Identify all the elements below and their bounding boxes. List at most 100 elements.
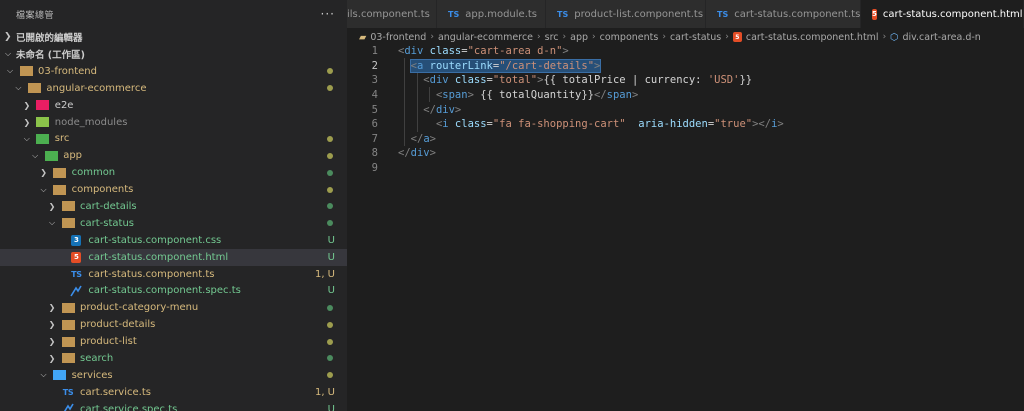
tree-item-label: services: [71, 369, 113, 381]
git-status-dot: [327, 186, 333, 193]
tab-app-module[interactable]: TS app.module.ts: [437, 0, 546, 28]
tree-folder-item[interactable]: ❯ search: [0, 350, 347, 367]
tab-label: product-list.component.ts: [574, 8, 704, 20]
tree-folder-item[interactable]: ❯ product-details: [0, 316, 347, 333]
spec-file-icon: [61, 403, 75, 411]
tree-folder-item[interactable]: ⌵ cart-status: [0, 215, 347, 232]
open-editors-section[interactable]: ❯ 已開啟的編輯器: [0, 28, 347, 45]
tree-folder-item[interactable]: ❯ node_modules: [0, 114, 347, 131]
tree-folder-item[interactable]: ❯ cart-details: [0, 198, 347, 215]
git-status-dot: [327, 304, 333, 311]
tab-details-component[interactable]: ils.component.ts: [347, 0, 437, 28]
line-number: 9: [371, 162, 378, 175]
tree-folder-item[interactable]: ⌵ app: [0, 147, 347, 164]
tree-item-label: cart-status.component.spec.ts: [88, 285, 241, 297]
text-selection: <a routerLink="/cart-details">: [409, 58, 602, 73]
tree-item-label: 03-frontend: [38, 65, 97, 77]
ts-file-icon: TS: [448, 9, 460, 19]
tree-file-item[interactable]: cart-status.component.spec.ts U: [0, 282, 347, 299]
open-editors-label: 已開啟的編輯器: [16, 32, 83, 44]
code-editor[interactable]: 1 <div class="cart-area d-n"> 2 <a route…: [347, 44, 1024, 411]
chevron-down-icon: ⌵: [40, 184, 47, 194]
tree-item-label: common: [71, 167, 116, 179]
breadcrumb-item[interactable]: div.cart-area.d-n: [902, 32, 980, 43]
git-status-dot: [327, 220, 333, 227]
tree-file-item[interactable]: TS cart-status.component.ts 1, U: [0, 266, 347, 283]
tab-cart-status-component-ts[interactable]: TS cart-status.component.ts: [706, 0, 861, 28]
css-file-icon: 3: [69, 234, 83, 246]
explorer-title: 檔案總管: [16, 10, 55, 21]
tree-folder-item[interactable]: ⌵ 03-frontend: [0, 63, 347, 80]
code-text: <span> {{ totalQuantity}}</span>: [435, 89, 639, 102]
line-number: 3: [371, 74, 378, 87]
chevron-right-icon: ❯: [40, 168, 47, 178]
code-line: 6 <i class="fa fa-shopping-cart" aria-hi…: [347, 117, 1024, 132]
chevron-down-icon: ⌵: [48, 218, 56, 228]
git-status-dot: [327, 85, 333, 92]
chevron-right-icon: ❯: [23, 100, 31, 110]
tree-folder-item[interactable]: ❯ product-category-menu: [0, 299, 347, 316]
git-status-badge: U: [327, 403, 335, 411]
tree-folder-item[interactable]: ❯ common: [0, 164, 347, 181]
code-text: </div>: [398, 147, 436, 160]
editor-tabs: ils.component.ts TS app.module.ts TS pro…: [347, 0, 1024, 28]
more-actions-icon[interactable]: ···: [321, 7, 335, 21]
tree-item-label: product-list: [80, 336, 137, 348]
workspace-root[interactable]: ⌵ 未命名 (工作區): [0, 46, 347, 63]
file-tree: ⌵ 未命名 (工作區) ⌵ 03-frontend ⌵ angular-ecommer…: [0, 46, 347, 411]
tree-file-item[interactable]: TS cart.service.ts 1, U: [0, 384, 347, 401]
tree-folder-item[interactable]: ⌵ components: [0, 181, 347, 198]
tree-file-item[interactable]: 5 cart-status.component.html U: [0, 248, 347, 266]
tree-item-label: cart.service.spec.ts: [80, 403, 178, 411]
breadcrumb-item[interactable]: components: [600, 32, 659, 43]
tree-folder-item[interactable]: ⌵ services: [0, 367, 347, 384]
chevron-right-icon: ›: [725, 32, 729, 42]
folder-app-icon: [44, 150, 58, 162]
tab-label: cart-status.component.ts: [734, 8, 861, 20]
breadcrumb-item[interactable]: angular-ecommerce: [438, 32, 533, 43]
line-number: 1: [371, 45, 378, 58]
breadcrumb-item[interactable]: 03-frontend: [370, 32, 426, 43]
git-status-dot: [327, 152, 333, 159]
chevron-right-icon: ›: [430, 32, 434, 42]
tree-file-item[interactable]: 3 cart-status.component.css U: [0, 232, 347, 249]
chevron-down-icon: ⌵: [32, 150, 39, 160]
tree-item-label: search: [80, 352, 114, 364]
breadcrumb-item[interactable]: app: [570, 32, 588, 43]
line-number: 6: [371, 118, 378, 131]
tree-item-label: node_modules: [54, 116, 128, 128]
chevron-right-icon: ❯: [4, 31, 12, 42]
tree-folder-item[interactable]: ❯ product-list: [0, 333, 347, 350]
chevron-down-icon: ⌵: [40, 370, 47, 380]
tree-item-label: cart-status.component.ts: [88, 268, 215, 280]
tree-folder-item[interactable]: ❯ e2e: [0, 97, 347, 114]
tree-item-label: product-category-menu: [80, 302, 199, 314]
breadcrumb-item[interactable]: cart-status: [670, 32, 721, 43]
chevron-right-icon: ❯: [23, 117, 31, 127]
tree-item-label: cart-details: [80, 200, 137, 212]
chevron-right-icon: ›: [662, 32, 666, 42]
breadcrumb-item[interactable]: cart-status.component.html: [746, 32, 879, 43]
chevron-right-icon: ›: [592, 32, 596, 42]
folder-node-icon: [36, 116, 50, 128]
git-status-badge: 1, U: [314, 386, 335, 398]
code-line: 4 <span> {{ totalQuantity}}</span>: [347, 88, 1024, 103]
tree-folder-item[interactable]: ⌵ angular-ecommerce: [0, 80, 347, 97]
tree-item-label: cart-status: [80, 217, 134, 229]
code-line: 1 <div class="cart-area d-n">: [347, 44, 1024, 59]
line-number: 2: [371, 59, 378, 72]
breadcrumb-item[interactable]: src: [545, 32, 559, 43]
chevron-right-icon: ›: [537, 32, 541, 42]
tree-file-item[interactable]: cart.service.spec.ts U: [0, 401, 347, 411]
code-line: 2 <a routerLink="/cart-details">: [347, 58, 1024, 74]
tab-product-list-component[interactable]: TS product-list.component.ts: [546, 0, 706, 28]
line-number: 5: [371, 103, 378, 116]
tree-folder-item[interactable]: ⌵ src: [0, 130, 347, 147]
tree-item-label: e2e: [54, 99, 74, 111]
explorer-header: 檔案總管 ···: [0, 0, 347, 28]
code-text: <div class="total">{{ totalPrice | curre…: [423, 74, 753, 87]
tree-item-label: cart-status.component.css: [88, 234, 222, 246]
chevron-right-icon: ❯: [48, 303, 56, 313]
folder-icon: [61, 352, 75, 364]
tab-cart-status-component-html[interactable]: 5 cart-status.component.html ×: [861, 0, 1024, 28]
